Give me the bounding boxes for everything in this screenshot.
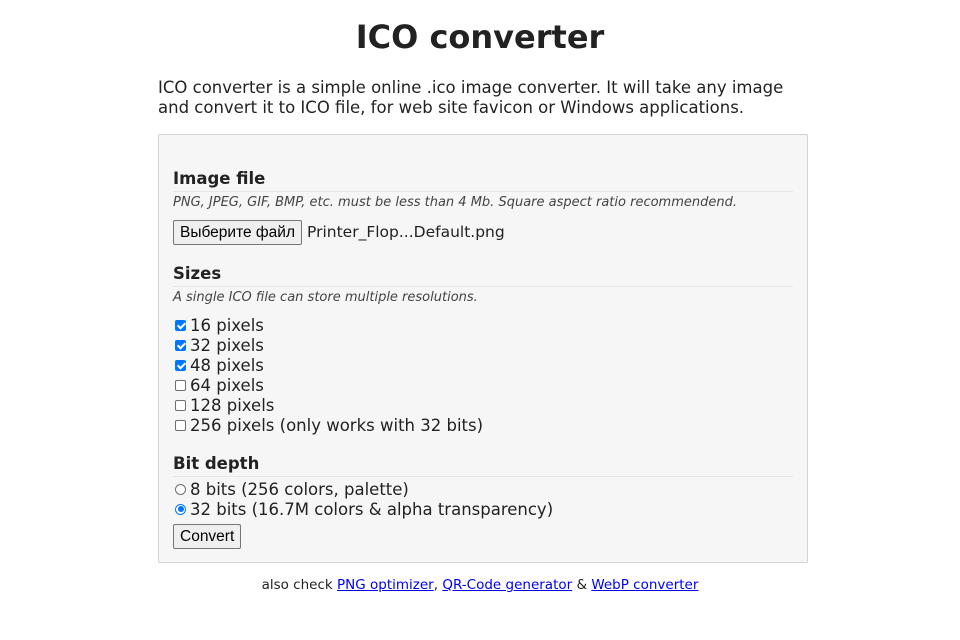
link-webp-converter[interactable]: WebP converter bbox=[591, 577, 698, 593]
size-option-48[interactable]: 48 pixels bbox=[175, 355, 264, 375]
radio-button[interactable] bbox=[175, 483, 186, 495]
link-qr-code-generator[interactable]: QR-Code generator bbox=[442, 577, 572, 593]
bit-depth-option-label: 32 bits (16.7M colors & alpha transparen… bbox=[190, 499, 554, 519]
size-option-label: 256 pixels (only works with 32 bits) bbox=[190, 415, 484, 435]
size-option-256[interactable]: 256 pixels (only works with 32 bits) bbox=[175, 415, 483, 435]
checkbox[interactable] bbox=[175, 359, 186, 371]
intro-text: ICO converter is a simple online .ico im… bbox=[158, 78, 784, 117]
radio-button[interactable] bbox=[175, 503, 186, 515]
size-option-32[interactable]: 32 pixels bbox=[175, 335, 264, 355]
page: ICO converter ICO converter is a simple … bbox=[0, 0, 960, 640]
size-option-128[interactable]: 128 pixels bbox=[175, 395, 274, 415]
bit-depth-heading: Bit depth bbox=[173, 454, 793, 477]
size-option-label: 16 pixels bbox=[190, 315, 264, 335]
convert-button[interactable]: Convert bbox=[173, 524, 242, 549]
footer-prefix: also check bbox=[261, 577, 333, 593]
choose-file-button[interactable]: Выберите файл bbox=[173, 219, 303, 245]
checkbox[interactable] bbox=[175, 319, 186, 331]
bit-depth-option-32[interactable]: 32 bits (16.7M colors & alpha transparen… bbox=[175, 499, 553, 519]
image-file-hint: PNG, JPEG, GIF, BMP, etc. must be less t… bbox=[173, 195, 737, 210]
footer-ampersand: & bbox=[576, 577, 588, 593]
size-option-64[interactable]: 64 pixels bbox=[175, 375, 264, 395]
bit-depth-option-label: 8 bits (256 colors, palette) bbox=[190, 479, 409, 499]
file-picker: Выберите файл Printer_Flop...Default.png bbox=[173, 219, 505, 245]
selected-file-name: Printer_Flop...Default.png bbox=[307, 223, 505, 241]
size-option-16[interactable]: 16 pixels bbox=[175, 315, 264, 335]
size-option-label: 32 pixels bbox=[190, 335, 264, 355]
sizes-hint: A single ICO file can store multiple res… bbox=[173, 290, 478, 305]
footer-comma: , bbox=[433, 577, 439, 593]
image-file-heading: Image file bbox=[173, 169, 793, 192]
checkbox[interactable] bbox=[175, 419, 186, 431]
checkbox[interactable] bbox=[175, 399, 186, 411]
size-option-label: 64 pixels bbox=[190, 375, 264, 395]
bit-depth-option-8[interactable]: 8 bits (256 colors, palette) bbox=[175, 479, 409, 499]
checkbox[interactable] bbox=[175, 339, 186, 351]
link-png-optimizer[interactable]: PNG optimizer bbox=[337, 577, 434, 593]
size-option-label: 128 pixels bbox=[190, 395, 275, 415]
checkbox[interactable] bbox=[175, 379, 186, 391]
sizes-heading: Sizes bbox=[173, 264, 793, 287]
converter-form: Image file PNG, JPEG, GIF, BMP, etc. mus… bbox=[158, 134, 808, 563]
page-title: ICO converter bbox=[355, 18, 605, 56]
footer: also check PNG optimizer, QR-Code genera… bbox=[0, 577, 960, 593]
size-option-label: 48 pixels bbox=[190, 355, 264, 375]
